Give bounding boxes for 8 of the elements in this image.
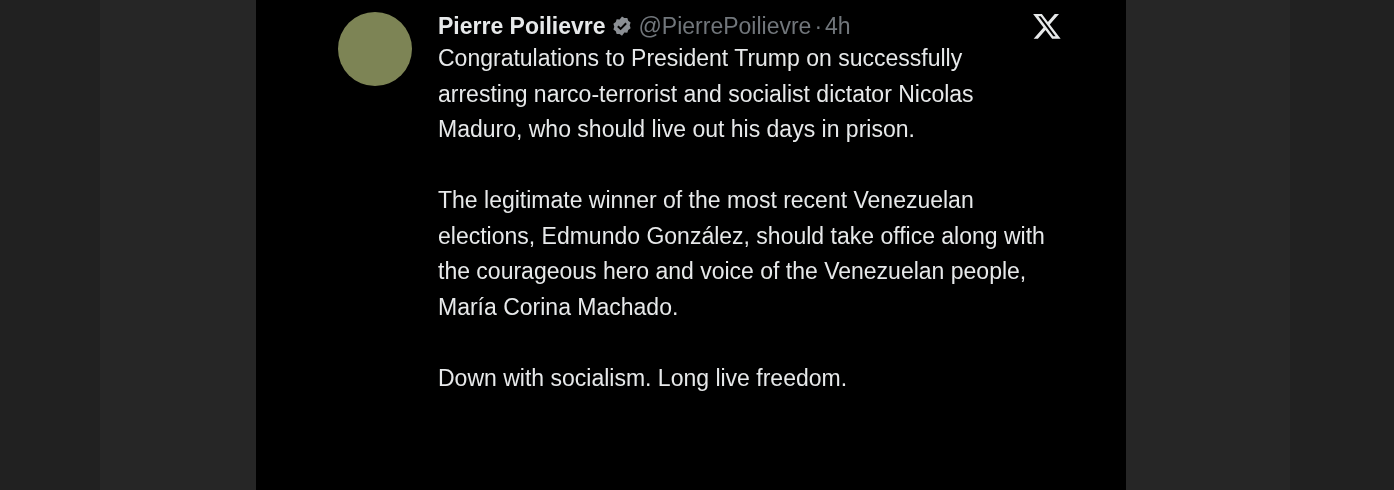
author-handle[interactable]: @PierrePoilievre bbox=[638, 12, 812, 40]
post-text: Down with socialism. Long live freedom. bbox=[438, 363, 849, 393]
post-text: Congratulations to President Trump on successfully arresting narco-terrorist and socialist dictator Nicolas Maduro, who should live out his days in prison. bbox=[438, 44, 975, 144]
post-text: The legitimate winner of the most recent Venezuelan elections, Edmundo González, should take office along with the courageous hero and voice of the Venezuelan people, María Corina Machado. bbox=[438, 186, 1046, 322]
x-logo-icon bbox=[1032, 11, 1062, 41]
separator-dot: · bbox=[814, 12, 823, 40]
author-name[interactable]: Pierre Poilievre bbox=[438, 12, 606, 40]
post-time[interactable]: 4h bbox=[825, 12, 851, 40]
